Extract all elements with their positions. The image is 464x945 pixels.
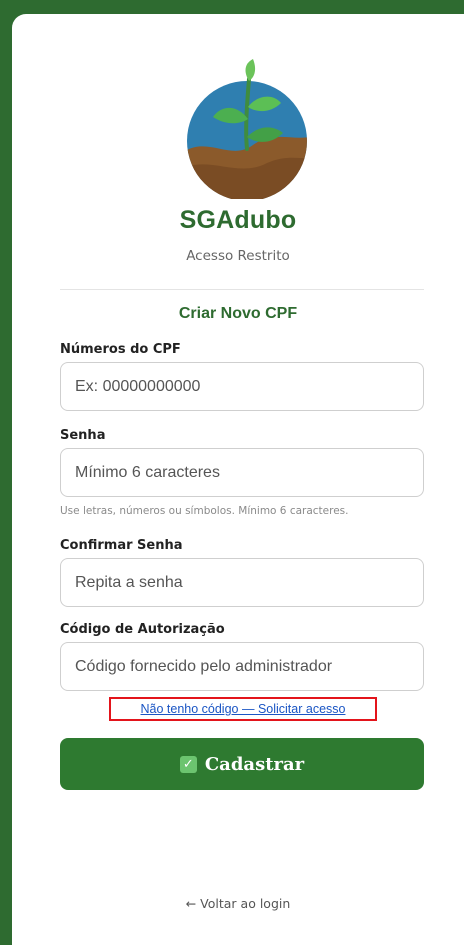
divider: [60, 289, 424, 290]
logo-icon: [187, 59, 307, 199]
check-box-icon: ✓: [179, 755, 197, 773]
password-label: Senha: [60, 428, 106, 443]
brand-subtitle: Acesso Restrito: [186, 248, 290, 264]
register-button-label: Cadastrar: [204, 753, 305, 775]
password-hint: Use letras, números ou símbolos. Mínimo …: [60, 505, 349, 517]
back-to-login-link[interactable]: ← Voltar ao login: [12, 896, 464, 911]
confirm-password-input[interactable]: [60, 558, 424, 607]
confirm-password-label: Confirmar Senha: [60, 538, 183, 553]
password-input[interactable]: [60, 448, 424, 497]
form-title: Criar Novo CPF: [178, 305, 298, 322]
request-access-link[interactable]: Não tenho código — Solicitar acesso: [109, 697, 377, 721]
cpf-input[interactable]: [60, 362, 424, 411]
auth-code-input[interactable]: [60, 642, 424, 691]
cpf-label: Números do CPF: [60, 342, 181, 357]
brand-name: SGAdubo: [179, 206, 297, 234]
register-button[interactable]: ✓ Cadastrar: [60, 738, 424, 790]
signup-card: SGAdubo Acesso Restrito Criar Novo CPF N…: [12, 14, 464, 945]
auth-code-label: Código de Autorização: [60, 622, 225, 637]
